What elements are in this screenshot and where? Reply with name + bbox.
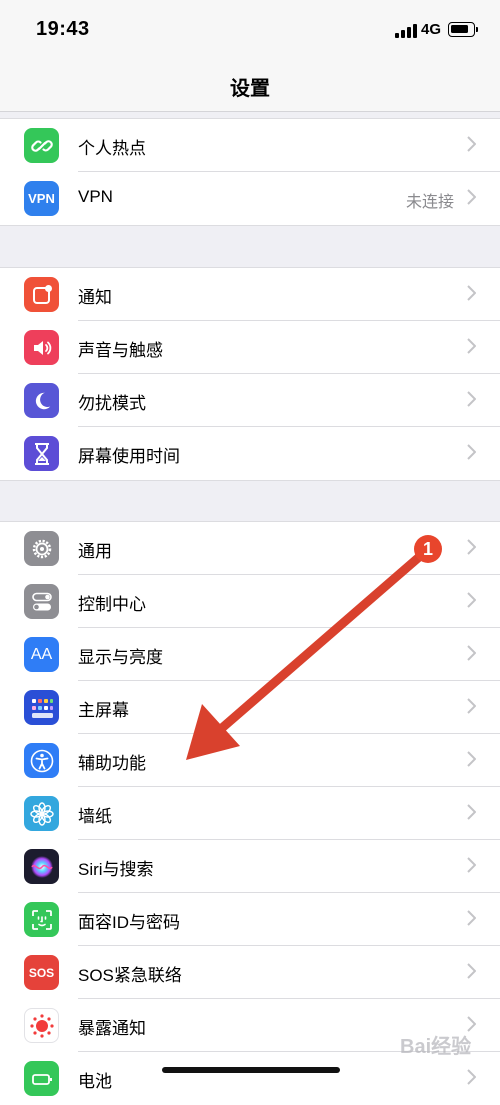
chevron-right-icon: [467, 645, 476, 661]
settings-group-network: 个人热点 VPN VPN 未连接: [0, 118, 500, 226]
page-title: 设置: [230, 78, 270, 100]
chevron-right-icon: [467, 592, 476, 608]
settings-row-label: 勿扰模式: [78, 394, 146, 413]
battery-icon: [24, 1061, 59, 1096]
status-bar: 19:43 4G: [0, 0, 500, 60]
settings-row-wallpaper[interactable]: 墙纸: [0, 787, 500, 840]
speaker-icon: [24, 330, 59, 365]
settings-row-label: 电池: [78, 1072, 112, 1091]
settings-row-label: 声音与触感: [78, 341, 163, 360]
notification-icon: [24, 277, 59, 312]
cellular-signal-icon: [395, 24, 417, 38]
settings-row-label: Siri与搜索: [78, 860, 154, 879]
chevron-right-icon: [467, 338, 476, 354]
settings-row-face-id[interactable]: 面容ID与密码: [0, 893, 500, 946]
vpn-status-value: 未连接: [405, 194, 454, 211]
face-id-icon: [24, 902, 59, 937]
home-grid-icon: [24, 690, 59, 725]
settings-row-label: 暴露通知: [78, 1019, 146, 1038]
settings-row-label: 显示与亮度: [78, 648, 163, 667]
settings-row-label: 通用: [78, 542, 112, 561]
navigation-bar: 设置: [0, 60, 500, 112]
settings-row-label: 个人热点: [78, 139, 146, 158]
accessibility-icon: [24, 743, 59, 778]
chevron-right-icon: [467, 910, 476, 926]
settings-row-label: 屏幕使用时间: [78, 447, 180, 466]
settings-row-sounds[interactable]: 声音与触感: [0, 321, 500, 374]
settings-row-emergency-sos[interactable]: SOS SOS紧急联络: [0, 946, 500, 999]
settings-row-notifications[interactable]: 通知: [0, 268, 500, 321]
settings-row-hotspot[interactable]: 个人热点: [0, 119, 500, 172]
hourglass-icon: [24, 436, 59, 471]
vpn-icon: VPN: [24, 181, 59, 216]
chevron-right-icon: [467, 189, 476, 205]
chevron-right-icon: [467, 804, 476, 820]
chevron-right-icon: [467, 285, 476, 301]
chevron-right-icon: [467, 698, 476, 714]
chevron-right-icon: [467, 136, 476, 152]
settings-group-notifications: 通知 声音与触感 勿扰模式 屏幕使用时间: [0, 267, 500, 481]
settings-row-label: 辅助功能: [78, 754, 146, 773]
settings-row-display-brightness[interactable]: AA 显示与亮度: [0, 628, 500, 681]
gear-icon: [24, 531, 59, 566]
chevron-right-icon: [467, 444, 476, 460]
settings-group-general: 通用 控制中心 AA 显示与亮度 主屏幕 辅助功能 墙纸 Siri与搜索 面容I…: [0, 521, 500, 1105]
settings-row-label: 面容ID与密码: [78, 913, 180, 932]
settings-row-vpn[interactable]: VPN VPN 未连接: [0, 172, 500, 225]
settings-row-label: 主屏幕: [78, 701, 129, 720]
chevron-right-icon: [467, 963, 476, 979]
settings-row-label: 通知: [78, 288, 112, 307]
watermark: Bai经验: [400, 1036, 472, 1058]
settings-row-label: SOS紧急联络: [78, 966, 182, 985]
home-indicator[interactable]: [162, 1067, 340, 1073]
settings-row-label: 控制中心: [78, 595, 146, 614]
moon-icon: [24, 383, 59, 418]
link-icon: [24, 128, 59, 163]
settings-row-siri-search[interactable]: Siri与搜索: [0, 840, 500, 893]
chevron-right-icon: [467, 391, 476, 407]
toggles-icon: [24, 584, 59, 619]
annotation-step-badge: 1: [414, 535, 442, 563]
settings-row-screen-time[interactable]: 屏幕使用时间: [0, 427, 500, 480]
chevron-right-icon: [467, 1069, 476, 1085]
flower-icon: [24, 796, 59, 831]
battery-status-icon: [448, 22, 478, 37]
settings-row-label: 墙纸: [78, 807, 112, 826]
status-time: 19:43: [36, 18, 90, 40]
settings-row-battery[interactable]: 电池: [0, 1052, 500, 1105]
text-size-icon: AA: [24, 637, 59, 672]
settings-row-accessibility[interactable]: 辅助功能: [0, 734, 500, 787]
settings-row-do-not-disturb[interactable]: 勿扰模式: [0, 374, 500, 427]
network-type: 4G: [421, 21, 442, 38]
sos-icon: SOS: [24, 955, 59, 990]
chevron-right-icon: [467, 751, 476, 767]
settings-row-home-screen[interactable]: 主屏幕: [0, 681, 500, 734]
siri-icon: [24, 849, 59, 884]
settings-row-label: VPN: [78, 187, 113, 206]
exposure-icon: [24, 1008, 59, 1043]
chevron-right-icon: [467, 857, 476, 873]
settings-row-control-center[interactable]: 控制中心: [0, 575, 500, 628]
chevron-right-icon: [467, 539, 476, 555]
